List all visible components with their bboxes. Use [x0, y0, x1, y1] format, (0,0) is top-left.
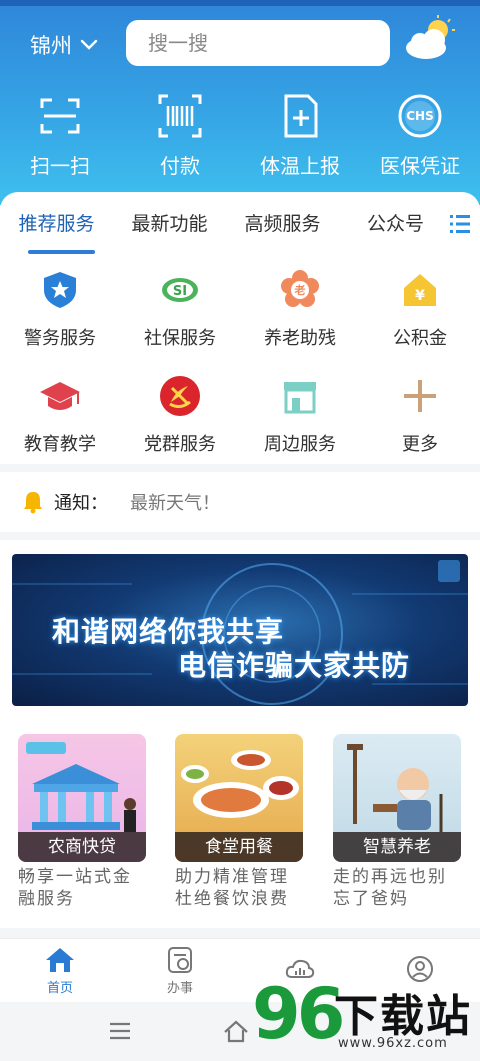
- quick-action-label: 医保凭证: [380, 154, 460, 178]
- nav-tasks[interactable]: 办事: [120, 939, 240, 1002]
- anti-fraud-banner[interactable]: 和谐网络你我共享 电信诈骗大家共防: [12, 554, 468, 706]
- quick-action-pay[interactable]: 付款: [120, 92, 240, 179]
- bell-icon: [24, 492, 42, 514]
- quick-action-medical-insurance[interactable]: CHS 医保凭证: [360, 92, 480, 179]
- card-rural-loan[interactable]: 农商快贷 畅享一站式金融服务: [18, 734, 146, 910]
- card-smart-elderly[interactable]: 智慧养老 走的再远也别忘了爸妈: [333, 734, 461, 910]
- service-label: 养老助残: [264, 328, 336, 349]
- service-social-security[interactable]: SI 社保服务: [120, 262, 240, 354]
- header: 锦州 扫一扫: [0, 0, 480, 205]
- card-caption: 农商快贷: [18, 832, 146, 862]
- service-nearby[interactable]: 周边服务: [240, 368, 360, 460]
- housing-fund-icon: ¥: [404, 274, 436, 306]
- notice-label: 通知：: [54, 493, 108, 514]
- card-image: 智慧养老: [333, 734, 461, 862]
- nav-label: 办事: [166, 980, 193, 996]
- service-education[interactable]: 教育教学: [0, 368, 120, 460]
- quick-action-label: 付款: [160, 154, 200, 178]
- party-emblem-icon: [160, 376, 200, 416]
- graduation-cap-icon: [40, 382, 80, 410]
- quick-action-label: 体温上报: [260, 154, 340, 178]
- quick-action-label: 扫一扫: [30, 154, 90, 178]
- service-label: 党群服务: [144, 434, 216, 455]
- watermark-title: 下载站: [334, 991, 472, 1042]
- service-police[interactable]: 警务服务: [0, 262, 120, 354]
- service-label: 周边服务: [264, 434, 336, 455]
- site-watermark: 96 下载站 www.96xz.com: [252, 974, 476, 1058]
- card-caption: 食堂用餐: [175, 832, 303, 862]
- home-icon: [46, 947, 74, 972]
- service-party[interactable]: 党群服务: [120, 368, 240, 460]
- service-elderly-care[interactable]: 老 养老助残: [240, 262, 360, 354]
- search-bar[interactable]: [126, 20, 397, 66]
- svg-text:老: 老: [294, 283, 306, 297]
- card-image: 食堂用餐: [175, 734, 303, 862]
- service-label: 社保服务: [144, 328, 216, 349]
- watermark-number: 96: [252, 973, 345, 1055]
- quick-actions: 扫一扫 付款 体温上报 CHS 医保凭证: [0, 92, 480, 179]
- service-label: 警务服务: [24, 328, 96, 349]
- service-label: 更多: [402, 434, 438, 455]
- quick-action-temperature-report[interactable]: 体温上报: [240, 92, 360, 179]
- tab-frequent[interactable]: 高频服务: [226, 192, 339, 256]
- report-doc-icon: [284, 94, 318, 138]
- watermark-url: www.96xz.com: [338, 1036, 448, 1051]
- card-description: 助力精准管理杜绝餐饮浪费: [175, 867, 289, 909]
- tasks-icon: [168, 946, 192, 973]
- nav-label: 首页: [46, 980, 73, 996]
- police-shield-icon: [44, 272, 76, 308]
- svg-text:CHS: CHS: [406, 109, 434, 123]
- status-strip: [0, 0, 480, 6]
- svg-text:¥: ¥: [415, 288, 425, 304]
- service-housing-fund[interactable]: ¥ 公积金: [360, 262, 480, 354]
- system-menu-icon[interactable]: [106, 1018, 134, 1044]
- city-selector[interactable]: 锦州: [30, 30, 98, 60]
- elderly-care-icon: 老: [281, 270, 319, 307]
- tab-public-account[interactable]: 公众号: [339, 192, 452, 256]
- tab-new-features[interactable]: 最新功能: [113, 192, 226, 256]
- menu-list-icon[interactable]: [448, 212, 472, 236]
- scan-icon: [40, 98, 80, 134]
- plus-icon: [404, 380, 436, 412]
- notice-text: 最新天气！: [130, 493, 220, 514]
- search-input[interactable]: [148, 31, 397, 55]
- card-canteen[interactable]: 食堂用餐 助力精准管理杜绝餐饮浪费: [175, 734, 303, 910]
- service-more[interactable]: 更多: [360, 368, 480, 460]
- tab-bar: 推荐服务 最新功能 高频服务 公众号: [0, 192, 480, 256]
- chs-badge-icon: CHS: [398, 94, 442, 138]
- feature-cards: 农商快贷 畅享一站式金融服务 食堂用餐 助力精准管理杜绝餐饮浪费 智慧养老 走的…: [0, 718, 480, 928]
- tab-recommended[interactable]: 推荐服务: [0, 192, 113, 256]
- nav-home[interactable]: 首页: [0, 939, 120, 1002]
- weather-cloud-sun-icon[interactable]: [402, 14, 458, 62]
- svg-text:SI: SI: [173, 284, 187, 299]
- banner-section: 和谐网络你我共享 电信诈骗大家共防: [0, 540, 480, 718]
- banner-line-2: 电信诈骗大家共防: [178, 649, 411, 682]
- storefront-icon: [284, 382, 316, 414]
- quick-action-scan[interactable]: 扫一扫: [0, 92, 120, 179]
- notice-bar[interactable]: 通知： 最新天气！: [0, 472, 480, 532]
- card-image: 农商快贷: [18, 734, 146, 862]
- city-label: 锦州: [30, 34, 72, 58]
- service-label: 教育教学: [24, 434, 96, 455]
- social-security-icon: SI: [162, 278, 198, 302]
- card-description: 走的再远也别忘了爸妈: [333, 867, 447, 909]
- service-label: 公积金: [393, 328, 447, 349]
- card-caption: 智慧养老: [333, 832, 461, 862]
- chevron-down-icon: [80, 39, 98, 50]
- services-panel: 推荐服务 最新功能 高频服务 公众号 警务服务 SI 社保服务 老 养老助残 ¥…: [0, 192, 480, 464]
- system-home-icon[interactable]: [222, 1018, 250, 1044]
- service-grid: 警务服务 SI 社保服务 老 养老助残 ¥ 公积金 教育教学 党群服务 周边服务…: [0, 262, 480, 460]
- barcode-icon: [158, 94, 202, 138]
- card-description: 畅享一站式金融服务: [18, 867, 132, 909]
